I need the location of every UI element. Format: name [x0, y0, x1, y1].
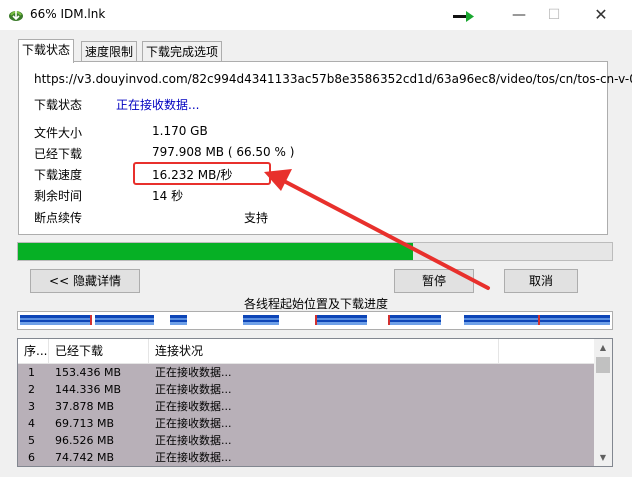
table-row[interactable]: 1 153.436 MB 正在接收数据... — [18, 364, 594, 381]
row-downloaded: 153.436 MB — [55, 366, 122, 379]
row-status: 正在接收数据... — [155, 417, 232, 430]
file-size-label: 文件大小 — [34, 126, 83, 140]
thread-marker — [388, 315, 390, 325]
thread-segment — [20, 315, 90, 325]
row-status: 正在接收数据... — [155, 400, 232, 413]
table-row[interactable]: 3 37.878 MB 正在接收数据... — [18, 398, 594, 415]
threads-label: 各线程起始位置及下载进度 — [243, 297, 388, 311]
maximize-button[interactable]: ☐ — [531, 0, 577, 30]
row-index: 4 — [28, 417, 35, 430]
thread-segment — [95, 315, 154, 325]
cancel-button[interactable]: 取消 — [504, 269, 578, 293]
row-index: 6 — [28, 451, 35, 464]
thread-marker — [90, 315, 92, 325]
table-row[interactable]: 6 74.742 MB 正在接收数据... — [18, 449, 594, 466]
file-size-value: 1.170 GB — [152, 124, 208, 138]
thread-segment — [170, 315, 187, 325]
resume-label: 断点续传 — [34, 211, 83, 225]
thread-marker — [315, 315, 317, 325]
thread-rows: 1 153.436 MB 正在接收数据... 2 144.336 MB 正在接收… — [18, 364, 594, 466]
downloaded-value: 797.908 MB ( 66.50 % ) — [152, 145, 295, 159]
title-bar: 66% IDM.lnk — ☐ ✕ — [0, 0, 632, 30]
row-downloaded: 74.742 MB — [55, 451, 115, 464]
speed-highlight-box — [133, 162, 271, 185]
thread-segment — [464, 315, 539, 325]
row-downloaded: 37.878 MB — [55, 400, 115, 413]
row-status: 正在接收数据... — [155, 451, 232, 464]
remaining-time-value: 14 秒 — [152, 189, 184, 203]
column-header-index[interactable]: 序... — [18, 339, 49, 363]
scroll-down-arrow-icon[interactable]: ▼ — [594, 449, 612, 466]
row-index: 2 — [28, 383, 35, 396]
tab-speed-limit[interactable]: 速度限制 — [81, 41, 138, 62]
green-arrow-icon — [453, 11, 474, 22]
row-downloaded: 96.526 MB — [55, 434, 115, 447]
idm-app-icon — [9, 11, 23, 21]
status-value: 正在接收数据... — [116, 98, 200, 112]
speed-label: 下载速度 — [34, 168, 83, 182]
table-row[interactable]: 2 144.336 MB 正在接收数据... — [18, 381, 594, 398]
tab-completion-options[interactable]: 下载完成选项 — [142, 41, 223, 62]
window-title: 66% IDM.lnk — [30, 7, 106, 21]
downloaded-label: 已经下载 — [34, 147, 83, 161]
thread-segment — [540, 315, 610, 325]
thread-list-header: 序... 已经下载 连接状况 — [18, 339, 594, 364]
row-index: 5 — [28, 434, 35, 447]
row-status: 正在接收数据... — [155, 366, 232, 379]
vertical-scrollbar[interactable]: ▲ ▼ — [594, 339, 612, 466]
column-header-downloaded[interactable]: 已经下载 — [49, 339, 149, 363]
download-progress-bar — [17, 242, 613, 261]
progress-fill — [18, 243, 413, 260]
row-downloaded: 69.713 MB — [55, 417, 115, 430]
row-status: 正在接收数据... — [155, 383, 232, 396]
row-index: 1 — [28, 366, 35, 379]
resume-value: 支持 — [244, 211, 269, 225]
thread-segments-bar — [17, 311, 613, 330]
row-downloaded: 144.336 MB — [55, 383, 122, 396]
pause-button[interactable]: 暂停 — [394, 269, 474, 293]
table-row[interactable]: 5 96.526 MB 正在接收数据... — [18, 432, 594, 449]
row-status: 正在接收数据... — [155, 434, 232, 447]
status-label: 下载状态 — [34, 98, 83, 112]
column-header-extra[interactable] — [499, 339, 594, 363]
download-info-panel: https://v3.douyinvod.com/82c994d4341133a… — [18, 61, 632, 235]
scroll-thumb[interactable] — [596, 357, 610, 373]
download-url: https://v3.douyinvod.com/82c994d4341133a… — [34, 72, 632, 86]
thread-list[interactable]: 序... 已经下载 连接状况 1 153.436 MB 正在接收数据... 2 … — [17, 338, 613, 467]
close-button[interactable]: ✕ — [578, 0, 624, 30]
thread-segment — [316, 315, 367, 325]
thread-marker — [538, 315, 540, 325]
row-index: 3 — [28, 400, 35, 413]
thread-segment — [243, 315, 279, 325]
thread-segment — [390, 315, 441, 325]
remaining-time-label: 剩余时间 — [34, 189, 83, 203]
tab-download-status[interactable]: 下载状态 — [18, 39, 75, 63]
hide-details-button[interactable]: << 隐藏详情 — [30, 269, 140, 293]
table-row[interactable]: 4 69.713 MB 正在接收数据... — [18, 415, 594, 432]
column-header-status[interactable]: 连接状况 — [149, 339, 499, 363]
scroll-up-arrow-icon[interactable]: ▲ — [594, 339, 612, 356]
